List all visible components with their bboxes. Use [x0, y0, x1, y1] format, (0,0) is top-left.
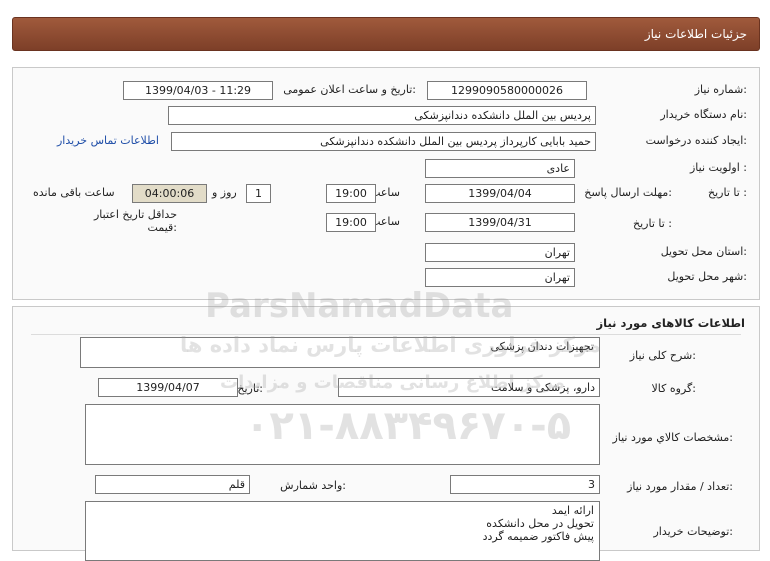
buyer-notes-line: ارائه ایمد — [551, 504, 594, 517]
goods-group-field: دارو، پزشکی و سلامت — [338, 378, 600, 397]
hours-remaining-label: ساعت باقی مانده — [33, 186, 115, 199]
page-header: جزئیات اطلاعات نیاز — [12, 17, 760, 51]
priority-label: اولویت نیاز : — [689, 161, 747, 174]
buyer-label: نام دستگاه خریدار: — [660, 108, 747, 121]
delivery-city-label: شهر محل تحویل: — [667, 270, 747, 283]
delivery-province-label: استان محل تحویل: — [660, 245, 747, 258]
section-divider — [31, 334, 741, 335]
price-validity-date-field: 1399/04/31 — [425, 213, 575, 232]
days-remaining-field: 1 — [246, 184, 271, 203]
goods-group-label: گروه کالا: — [651, 382, 696, 395]
specifications-field — [85, 404, 600, 465]
need-date-field: 1399/04/07 — [98, 378, 238, 397]
days-label: روز و — [212, 186, 237, 199]
price-validity-label-line2: قیمت: — [147, 221, 177, 234]
general-description-field: تجهیزات دندان پزشکی — [80, 337, 600, 368]
buyer-notes-label: توضیحات خریدار: — [653, 525, 734, 538]
need-number-label: شماره نیاز: — [694, 83, 747, 96]
countdown-field: 04:00:06 — [132, 184, 207, 203]
reply-deadline-until-label: تا تاریخ : — [708, 186, 747, 199]
specifications-label: مشخصات کالاي مورد نیاز: — [612, 431, 733, 444]
quantity-label: تعداد / مقدار مورد نیاز: — [627, 480, 733, 493]
reply-deadline-time-field: 19:00 — [326, 184, 376, 203]
goods-section-title: اطلاعات کالاهای مورد نیاز — [596, 316, 745, 330]
request-creator-label: ایجاد کننده درخواست: — [645, 134, 747, 147]
reply-deadline-date-field: 1399/04/04 — [425, 184, 575, 203]
buyer-notes-line: پیش فاکتور ضمیمه گردد — [482, 530, 594, 543]
delivery-province-field: تهران — [425, 243, 575, 262]
request-creator-field: حمید بابایی کارپرداز پردیس بین الملل دان… — [171, 132, 596, 151]
delivery-city-field: تهران — [425, 268, 575, 287]
unit-field: قلم — [95, 475, 250, 494]
need-number-field: 1299090580000026 — [427, 81, 587, 100]
buyer-contact-link[interactable]: اطلاعات تماس خریدار — [57, 134, 159, 147]
announce-datetime-label: تاریخ و ساعت اعلان عمومی: — [283, 83, 416, 96]
announce-datetime-field: 1399/04/03 - 11:29 — [123, 81, 273, 100]
need-details-panel: شماره نیاز: 1299090580000026 تاریخ و ساع… — [12, 67, 760, 300]
quantity-field: 3 — [450, 475, 600, 494]
buyer-notes-line: تحویل در محل دانشکده — [486, 517, 594, 530]
price-validity-until-label: تا تاریخ : — [633, 217, 672, 230]
price-validity-label-line1: حداقل تاریخ اعتبار — [93, 208, 177, 221]
reply-deadline-label: مهلت ارسال پاسخ: — [584, 186, 672, 199]
goods-panel: اطلاعات کالاهای مورد نیاز شرح کلی نیاز: … — [12, 306, 760, 561]
price-validity-time-field: 19:00 — [326, 213, 376, 232]
unit-label: واحد شمارش: — [280, 479, 346, 492]
page-title: جزئیات اطلاعات نیاز — [644, 27, 747, 41]
buyer-notes-field: ارائه ایمد تحویل در محل دانشکده پیش فاکت… — [85, 501, 600, 561]
general-description-label: شرح کلی نیاز: — [629, 349, 696, 362]
buyer-field: پردیس بین الملل دانشکده دندانپزشکی — [168, 106, 596, 125]
priority-field: عادی — [425, 159, 575, 178]
price-validity-label: حداقل تاریخ اعتبار قیمت: — [94, 208, 177, 234]
